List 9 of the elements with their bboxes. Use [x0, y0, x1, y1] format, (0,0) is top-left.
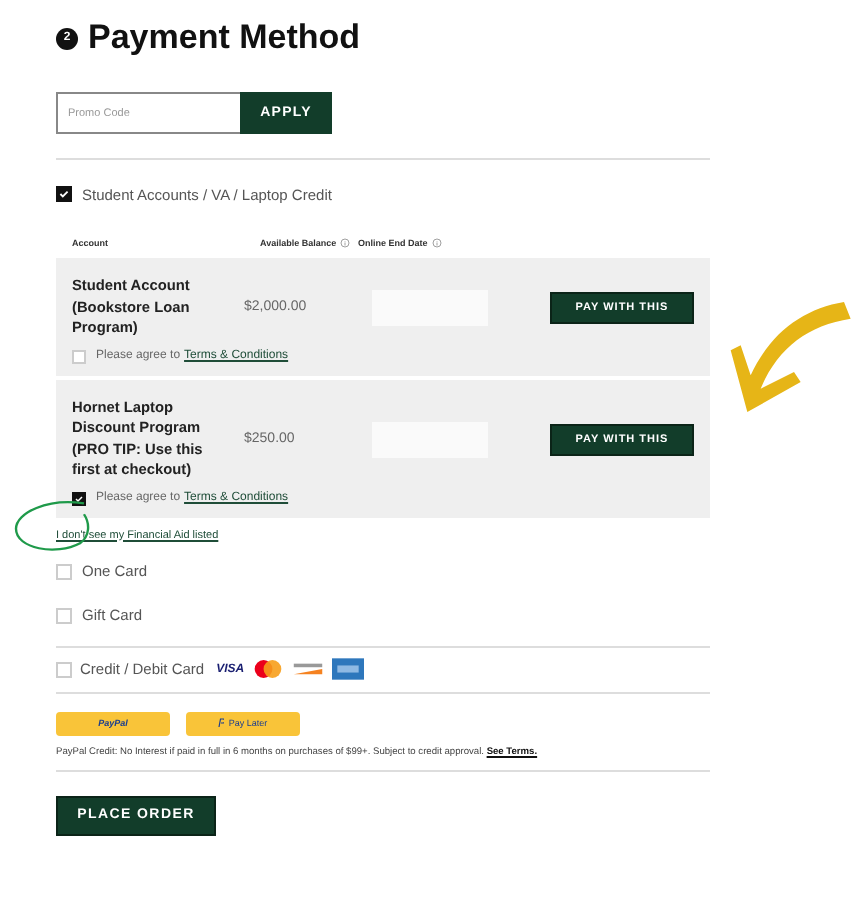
paypal-icon — [218, 718, 225, 728]
amex-card-icon — [332, 658, 365, 680]
info-icon[interactable] — [431, 237, 442, 247]
section-title: Payment Method — [88, 18, 361, 58]
circle-annotation — [12, 498, 92, 556]
checkbox[interactable] — [56, 186, 72, 202]
info-icon[interactable] — [340, 237, 351, 247]
discover-card-icon — [292, 658, 325, 680]
mastercard-icon — [252, 658, 285, 680]
